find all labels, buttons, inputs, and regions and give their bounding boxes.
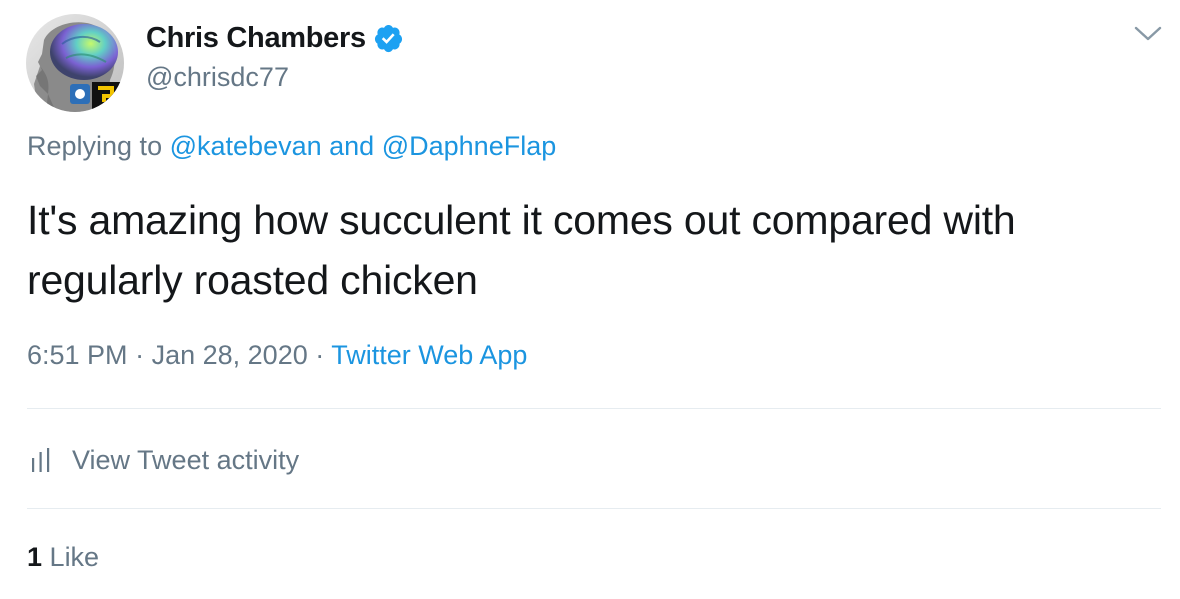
meta-separator: · xyxy=(135,340,145,370)
author-display-name[interactable]: Chris Chambers xyxy=(146,22,366,55)
likes-count: 1 xyxy=(27,542,43,572)
tweet-date[interactable]: Jan 28, 2020 xyxy=(152,340,308,370)
chevron-down-icon[interactable] xyxy=(1131,20,1165,48)
meta-separator: · xyxy=(315,340,325,370)
mention-link[interactable]: @DaphneFlap xyxy=(382,131,557,161)
likes-label: Like xyxy=(49,542,100,572)
tweet-source[interactable]: Twitter Web App xyxy=(331,340,527,370)
tweet-text: It's amazing how succulent it comes out … xyxy=(27,190,1167,310)
tweet-meta: 6:51 PM · Jan 28, 2020 · Twitter Web App xyxy=(27,340,527,371)
tweet-text-line: It's amazing how succulent it comes out … xyxy=(27,197,1016,243)
author-handle[interactable]: @chrisdc77 xyxy=(146,62,289,93)
bar-chart-icon xyxy=(32,448,50,472)
tweet-detail: Chris Chambers @chrisdc77 Replying to @k… xyxy=(0,0,1180,599)
divider xyxy=(27,408,1161,409)
replying-prefix: Replying to xyxy=(27,131,163,161)
replying-to: Replying to @katebevan and @DaphneFlap xyxy=(27,131,556,162)
divider xyxy=(27,508,1161,509)
tweet-time[interactable]: 6:51 PM xyxy=(27,340,128,370)
likes-link[interactable]: 1 Like xyxy=(27,542,99,573)
avatar[interactable] xyxy=(26,14,124,112)
view-tweet-activity-label: View Tweet activity xyxy=(72,444,300,475)
tweet-text-line: regularly roasted chicken xyxy=(27,257,478,303)
author-name-row: Chris Chambers xyxy=(146,20,404,56)
verified-badge-icon xyxy=(373,23,404,54)
replying-conjunction[interactable]: and xyxy=(329,131,374,161)
mention-link[interactable]: @katebevan xyxy=(170,131,322,161)
view-tweet-activity-button[interactable]: View Tweet activity xyxy=(30,440,299,480)
